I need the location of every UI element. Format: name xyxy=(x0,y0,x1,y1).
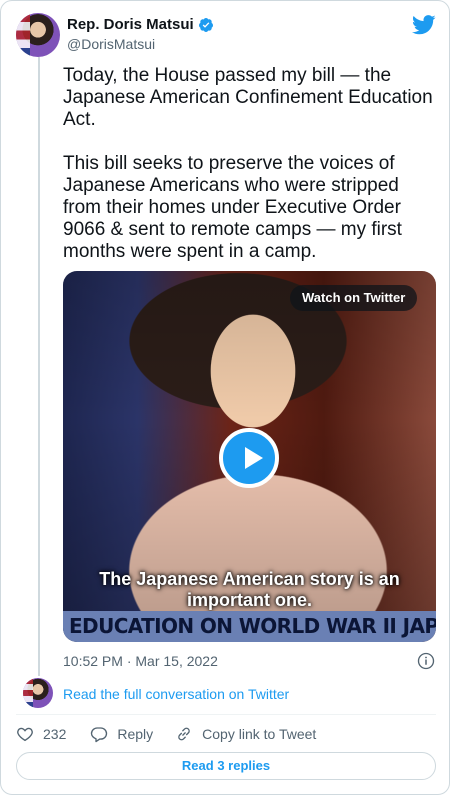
copy-link-label: Copy link to Tweet xyxy=(202,726,317,742)
author-name-text[interactable]: Rep. Doris Matsui xyxy=(67,16,194,33)
video-player[interactable]: Watch on Twitter The Japanese American s… xyxy=(63,271,436,642)
reply-button[interactable]: Reply xyxy=(90,725,153,743)
tweet-paragraph: This bill seeks to preserve the voices o… xyxy=(63,153,402,262)
thread-line xyxy=(38,57,40,676)
reply-label: Reply xyxy=(117,726,154,742)
reply-bubble-icon xyxy=(91,727,108,743)
read-replies-button[interactable]: Read 3 replies xyxy=(16,752,436,780)
action-bar: 232 Reply Copy link to Tweet xyxy=(16,723,316,745)
like-count: 232 xyxy=(43,726,67,742)
copy-link-button[interactable]: Copy link to Tweet xyxy=(175,725,316,743)
read-conversation-link[interactable]: Read the full conversation on Twitter xyxy=(63,686,289,702)
info-icon[interactable] xyxy=(417,652,435,670)
link-icon xyxy=(178,727,190,741)
like-button[interactable]: 232 xyxy=(16,725,66,743)
tweet-text: Today, the House passed my bill — the Ja… xyxy=(63,65,439,285)
tweet-card: Rep. Doris Matsui @DorisMatsui Today, th… xyxy=(0,0,450,795)
tweet-timestamp[interactable]: 10:52 PM · Mar 15, 2022 xyxy=(63,653,218,669)
play-icon[interactable] xyxy=(219,428,279,488)
tweet-paragraph: Today, the House passed my bill — the Ja… xyxy=(63,65,433,130)
author-avatar[interactable] xyxy=(16,13,60,57)
verified-badge-icon xyxy=(198,17,213,32)
video-caption: The Japanese American story is an import… xyxy=(99,569,400,610)
watch-on-twitter-button[interactable]: Watch on Twitter xyxy=(290,285,418,311)
divider xyxy=(16,714,436,715)
video-banner: EDUCATION ON WORLD WAR II JAPANESE xyxy=(63,611,436,642)
author-handle[interactable]: @DorisMatsui xyxy=(67,36,155,52)
author-name[interactable]: Rep. Doris Matsui xyxy=(67,16,214,33)
conversation-avatar xyxy=(23,678,53,708)
heart-icon xyxy=(17,727,33,742)
twitter-bird-icon[interactable] xyxy=(412,15,436,35)
